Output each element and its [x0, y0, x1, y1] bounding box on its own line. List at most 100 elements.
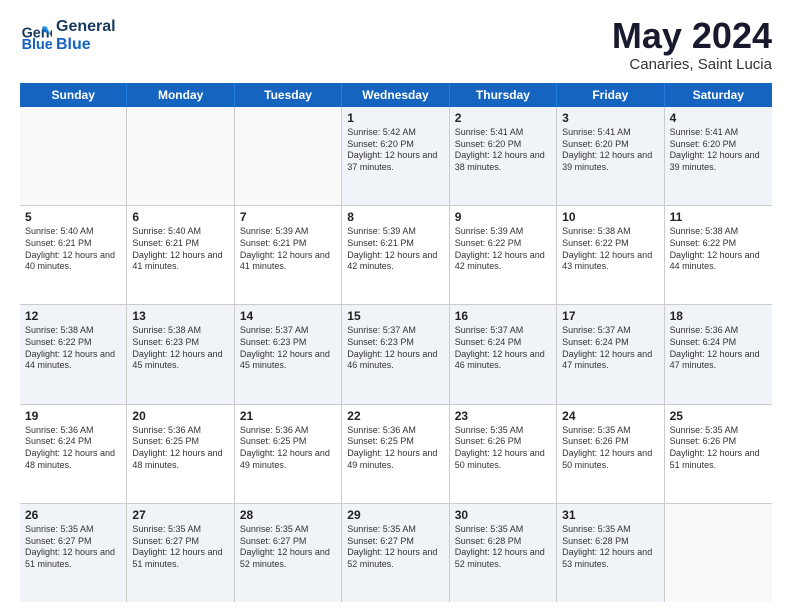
calendar-cell-3-3: 22Sunrise: 5:36 AMSunset: 6:25 PMDayligh… — [342, 405, 449, 503]
header-wednesday: Wednesday — [342, 83, 449, 107]
calendar-cell-4-3: 29 Sunrise: 5:35 AMSunset: 6:27 PMDayligh… — [342, 504, 449, 602]
day-info-19: Sunrise: 5:36 AMSunset: 6:24 PMDaylight:… — [25, 425, 121, 472]
day-info-25: Sunrise: 5:35 AMSunset: 6:26 PMDaylight:… — [670, 425, 767, 472]
calendar-cell-0-2 — [235, 107, 342, 205]
header-friday: Friday — [557, 83, 664, 107]
calendar-cell-1-6: 11 Sunrise: 5:38 AMSunset: 6:22 PMDayligh… — [665, 206, 772, 304]
day-number-31: 31 — [562, 508, 658, 522]
day-info-18: Sunrise: 5:36 AMSunset: 6:24 PMDaylight:… — [670, 325, 767, 372]
day-number-8: 8 — [347, 210, 443, 224]
calendar-cell-0-6: 4 Sunrise: 5:41 AMSunset: 6:20 PMDaylight… — [665, 107, 772, 205]
calendar-cell-4-5: 31 Sunrise: 5:35 AMSunset: 6:28 PMDayligh… — [557, 504, 664, 602]
day-info-7: Sunrise: 5:39 AMSunset: 6:21 PMDaylight:… — [240, 226, 336, 273]
day-number-11: 11 — [670, 210, 767, 224]
calendar-cell-3-4: 23 Sunrise: 5:35 AMSunset: 6:26 PMDayligh… — [450, 405, 557, 503]
header-thursday: Thursday — [450, 83, 557, 107]
day-number-13: 13 — [132, 309, 228, 323]
calendar-cell-1-5: 10Sunrise: 5:38 AMSunset: 6:22 PMDayligh… — [557, 206, 664, 304]
day-info-21: Sunrise: 5:36 AMSunset: 6:25 PMDaylight:… — [240, 425, 336, 472]
calendar-cell-1-3: 8Sunrise: 5:39 AMSunset: 6:21 PMDaylight… — [342, 206, 449, 304]
day-number-10: 10 — [562, 210, 658, 224]
calendar-cell-1-2: 7Sunrise: 5:39 AMSunset: 6:21 PMDaylight… — [235, 206, 342, 304]
day-number-27: 27 — [132, 508, 228, 522]
calendar-cell-2-2: 14 Sunrise: 5:37 AMSunset: 6:23 PMDayligh… — [235, 305, 342, 403]
calendar-cell-0-0 — [20, 107, 127, 205]
day-info-4: Sunrise: 5:41 AMSunset: 6:20 PMDaylight:… — [670, 127, 767, 174]
header-saturday: Saturday — [665, 83, 772, 107]
calendar-row-4: 26 Sunrise: 5:35 AMSunset: 6:27 PMDayligh… — [20, 504, 772, 602]
day-info-29: Sunrise: 5:35 AMSunset: 6:27 PMDaylight:… — [347, 524, 443, 571]
day-number-22: 22 — [347, 409, 443, 423]
day-info-23: Sunrise: 5:35 AMSunset: 6:26 PMDaylight:… — [455, 425, 551, 472]
calendar-row-0: 1Sunrise: 5:42 AMSunset: 6:20 PMDaylight… — [20, 107, 772, 206]
svg-text:Blue: Blue — [22, 36, 52, 51]
calendar-cell-4-2: 28 Sunrise: 5:35 AMSunset: 6:27 PMDayligh… — [235, 504, 342, 602]
day-number-30: 30 — [455, 508, 551, 522]
day-number-21: 21 — [240, 409, 336, 423]
header-tuesday: Tuesday — [235, 83, 342, 107]
page: General Blue General Blue May 2024 Canar… — [0, 0, 792, 612]
calendar-cell-4-1: 27 Sunrise: 5:35 AMSunset: 6:27 PMDayligh… — [127, 504, 234, 602]
calendar-row-2: 12 Sunrise: 5:38 AMSunset: 6:22 PMDayligh… — [20, 305, 772, 404]
calendar-cell-2-4: 16 Sunrise: 5:37 AMSunset: 6:24 PMDayligh… — [450, 305, 557, 403]
day-info-5: Sunrise: 5:40 AMSunset: 6:21 PMDaylight:… — [25, 226, 121, 273]
day-info-12: Sunrise: 5:38 AMSunset: 6:22 PMDaylight:… — [25, 325, 121, 372]
calendar-cell-1-0: 5 Sunrise: 5:40 AMSunset: 6:21 PMDaylight… — [20, 206, 127, 304]
day-number-14: 14 — [240, 309, 336, 323]
day-number-15: 15 — [347, 309, 443, 323]
calendar-cell-3-5: 24Sunrise: 5:35 AMSunset: 6:26 PMDayligh… — [557, 405, 664, 503]
day-number-16: 16 — [455, 309, 551, 323]
day-info-14: Sunrise: 5:37 AMSunset: 6:23 PMDaylight:… — [240, 325, 336, 372]
logo: General Blue General Blue — [20, 18, 116, 53]
day-number-18: 18 — [670, 309, 767, 323]
day-number-5: 5 — [25, 210, 121, 224]
day-info-9: Sunrise: 5:39 AMSunset: 6:22 PMDaylight:… — [455, 226, 551, 273]
calendar-cell-0-3: 1Sunrise: 5:42 AMSunset: 6:20 PMDaylight… — [342, 107, 449, 205]
day-number-19: 19 — [25, 409, 121, 423]
day-number-25: 25 — [670, 409, 767, 423]
day-number-9: 9 — [455, 210, 551, 224]
day-info-31: Sunrise: 5:35 AMSunset: 6:28 PMDaylight:… — [562, 524, 658, 571]
calendar-header: Sunday Monday Tuesday Wednesday Thursday… — [20, 83, 772, 107]
day-info-2: Sunrise: 5:41 AMSunset: 6:20 PMDaylight:… — [455, 127, 551, 174]
calendar-row-1: 5 Sunrise: 5:40 AMSunset: 6:21 PMDaylight… — [20, 206, 772, 305]
title-area: May 2024 Canaries, Saint Lucia — [612, 18, 772, 73]
day-number-26: 26 — [25, 508, 121, 522]
day-info-3: Sunrise: 5:41 AMSunset: 6:20 PMDaylight:… — [562, 127, 658, 174]
calendar-row-3: 19 Sunrise: 5:36 AMSunset: 6:24 PMDayligh… — [20, 405, 772, 504]
day-info-20: Sunrise: 5:36 AMSunset: 6:25 PMDaylight:… — [132, 425, 228, 472]
day-number-24: 24 — [562, 409, 658, 423]
day-number-4: 4 — [670, 111, 767, 125]
subtitle: Canaries, Saint Lucia — [612, 56, 772, 73]
calendar-body: 1Sunrise: 5:42 AMSunset: 6:20 PMDaylight… — [20, 107, 772, 602]
day-info-17: Sunrise: 5:37 AMSunset: 6:24 PMDaylight:… — [562, 325, 658, 372]
header-sunday: Sunday — [20, 83, 127, 107]
calendar-cell-2-0: 12 Sunrise: 5:38 AMSunset: 6:22 PMDayligh… — [20, 305, 127, 403]
calendar-cell-2-5: 17 Sunrise: 5:37 AMSunset: 6:24 PMDayligh… — [557, 305, 664, 403]
calendar: Sunday Monday Tuesday Wednesday Thursday… — [20, 83, 772, 602]
calendar-cell-2-1: 13Sunrise: 5:38 AMSunset: 6:23 PMDayligh… — [127, 305, 234, 403]
day-number-20: 20 — [132, 409, 228, 423]
calendar-cell-3-6: 25 Sunrise: 5:35 AMSunset: 6:26 PMDayligh… — [665, 405, 772, 503]
day-info-11: Sunrise: 5:38 AMSunset: 6:22 PMDaylight:… — [670, 226, 767, 273]
calendar-cell-3-2: 21 Sunrise: 5:36 AMSunset: 6:25 PMDayligh… — [235, 405, 342, 503]
header-monday: Monday — [127, 83, 234, 107]
day-info-16: Sunrise: 5:37 AMSunset: 6:24 PMDaylight:… — [455, 325, 551, 372]
calendar-cell-0-1 — [127, 107, 234, 205]
day-info-6: Sunrise: 5:40 AMSunset: 6:21 PMDaylight:… — [132, 226, 228, 273]
day-info-1: Sunrise: 5:42 AMSunset: 6:20 PMDaylight:… — [347, 127, 443, 174]
calendar-cell-4-0: 26Sunrise: 5:35 AMSunset: 6:27 PMDayligh… — [20, 504, 127, 602]
day-number-29: 29 — [347, 508, 443, 522]
day-info-28: Sunrise: 5:35 AMSunset: 6:27 PMDaylight:… — [240, 524, 336, 571]
day-number-23: 23 — [455, 409, 551, 423]
logo-text: General Blue — [56, 18, 116, 53]
day-number-12: 12 — [25, 309, 121, 323]
day-number-3: 3 — [562, 111, 658, 125]
logo-icon: General Blue — [20, 20, 52, 52]
day-number-28: 28 — [240, 508, 336, 522]
calendar-cell-2-3: 15Sunrise: 5:37 AMSunset: 6:23 PMDayligh… — [342, 305, 449, 403]
calendar-cell-4-6 — [665, 504, 772, 602]
day-info-27: Sunrise: 5:35 AMSunset: 6:27 PMDaylight:… — [132, 524, 228, 571]
day-number-17: 17 — [562, 309, 658, 323]
calendar-cell-1-4: 9 Sunrise: 5:39 AMSunset: 6:22 PMDaylight… — [450, 206, 557, 304]
